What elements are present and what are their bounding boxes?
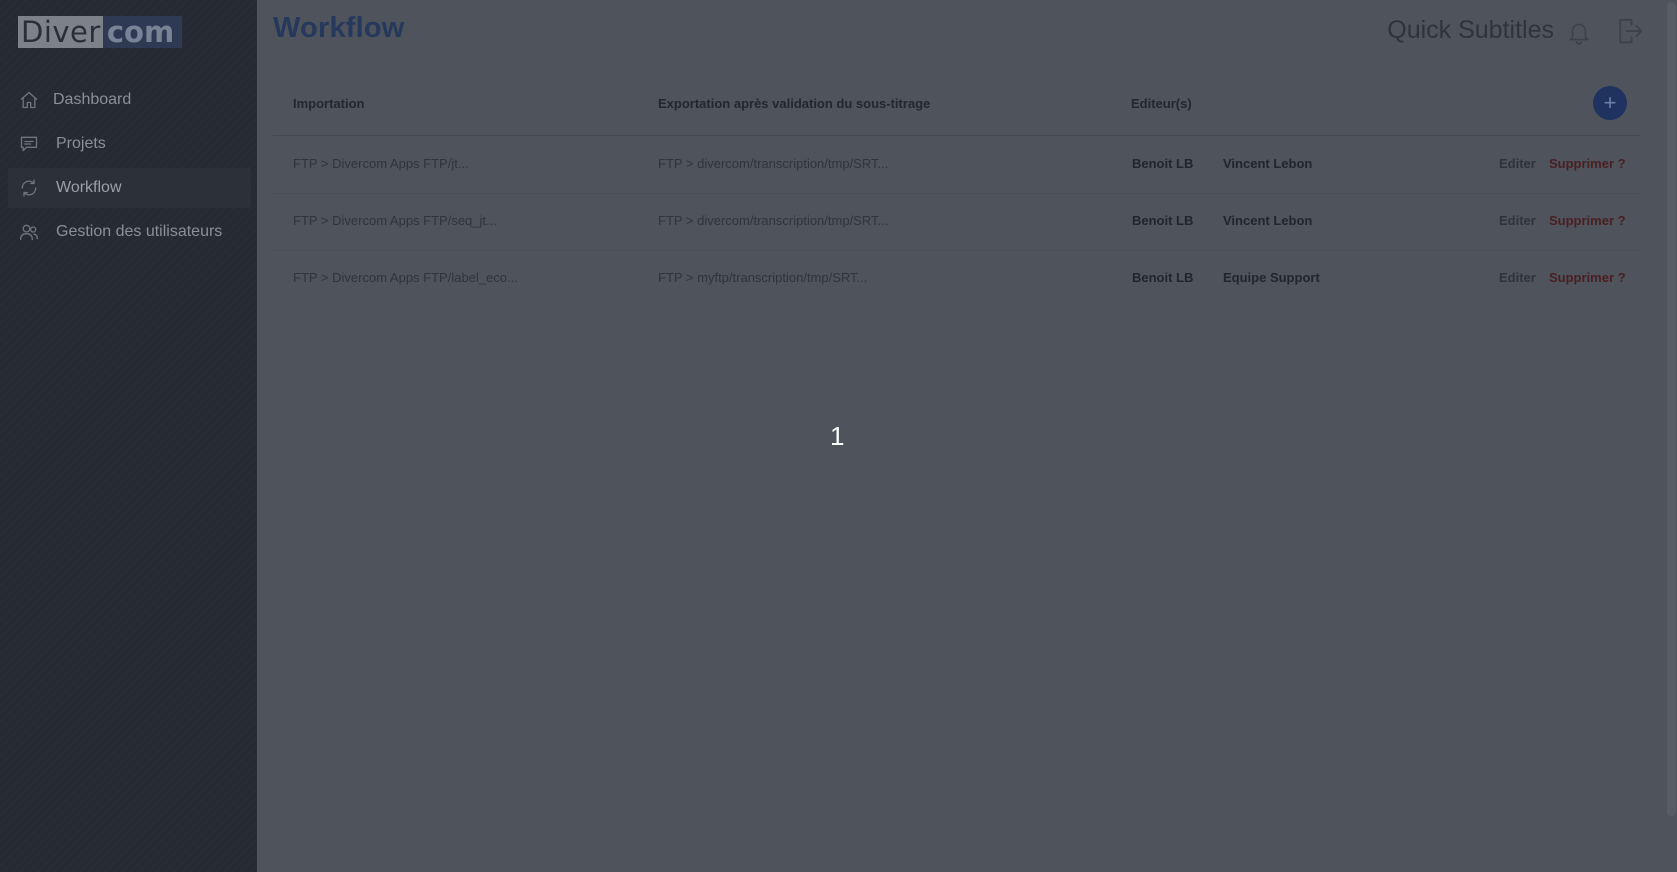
divercom-logo[interactable]: Diver com	[18, 16, 183, 48]
sidebar-nav: Dashboard Projets Workflow Gestion des u…	[0, 80, 257, 256]
logout-icon[interactable]	[1614, 16, 1644, 46]
edit-link[interactable]: Editer	[1499, 156, 1536, 171]
delete-link[interactable]: Supprimer ?	[1549, 213, 1626, 228]
column-header-importation: Importation	[293, 96, 365, 111]
sidebar: Diver com Dashboard Projets Workflow Ges…	[0, 0, 257, 872]
sidebar-item-projets[interactable]: Projets	[8, 124, 251, 164]
delete-link[interactable]: Supprimer ?	[1549, 270, 1626, 285]
editor-name: Benoit LB	[1132, 213, 1194, 228]
table-header: Importation Exportation après validation…	[273, 65, 1640, 136]
editor-name: Vincent Lebon	[1223, 213, 1313, 228]
refresh-icon	[18, 177, 40, 199]
sidebar-item-label: Dashboard	[53, 91, 132, 108]
bell-icon[interactable]	[1566, 19, 1592, 45]
sidebar-item-dashboard[interactable]: Dashboard	[8, 80, 251, 120]
step-number: 1	[830, 421, 845, 451]
scrollbar-thumb[interactable]	[1667, 2, 1676, 816]
edit-link[interactable]: Editer	[1499, 270, 1536, 285]
importation-path: FTP > Divercom Apps FTP/seq_jt...	[293, 213, 497, 228]
importation-path: FTP > Divercom Apps FTP/label_eco...	[293, 270, 518, 285]
table-row: FTP > Divercom Apps FTP/seq_jt... FTP > …	[273, 193, 1640, 251]
column-header-editors: Editeur(s)	[1131, 96, 1192, 111]
sidebar-item-label: Projets	[56, 135, 106, 152]
delete-link[interactable]: Supprimer ?	[1549, 156, 1626, 171]
add-workflow-button[interactable]: +	[1593, 86, 1627, 120]
editor-name: Benoit LB	[1132, 156, 1194, 171]
exportation-path: FTP > myftp/transcription/tmp/SRT...	[658, 270, 868, 285]
editor-name: Benoit LB	[1132, 270, 1194, 285]
editor-name: Vincent Lebon	[1223, 156, 1313, 171]
sidebar-item-gestion-utilisateurs[interactable]: Gestion des utilisateurs	[8, 212, 251, 252]
home-icon	[18, 89, 40, 111]
logo-text-com: com	[102, 16, 183, 48]
chat-icon	[18, 133, 40, 155]
exportation-path: FTP > divercom/transcription/tmp/SRT...	[658, 213, 889, 228]
exportation-path: FTP > divercom/transcription/tmp/SRT...	[658, 156, 889, 171]
sidebar-item-label: Workflow	[56, 179, 122, 196]
users-icon	[18, 221, 40, 243]
app-name: Quick Subtitles	[1387, 16, 1554, 44]
sidebar-item-workflow[interactable]: Workflow	[8, 168, 251, 208]
table-row: FTP > Divercom Apps FTP/jt... FTP > dive…	[273, 136, 1640, 194]
column-header-exportation: Exportation après validation du sous-tit…	[658, 96, 931, 111]
editor-name: Equipe Support	[1223, 270, 1320, 285]
importation-path: FTP > Divercom Apps FTP/jt...	[293, 156, 469, 171]
table-row: FTP > Divercom Apps FTP/label_eco... FTP…	[273, 250, 1640, 307]
sidebar-item-label: Gestion des utilisateurs	[56, 223, 223, 240]
page-title: Workflow	[273, 12, 405, 44]
edit-link[interactable]: Editer	[1499, 213, 1536, 228]
workflow-table: Importation Exportation après validation…	[273, 65, 1640, 305]
logo-text-diver: Diver	[18, 16, 103, 48]
